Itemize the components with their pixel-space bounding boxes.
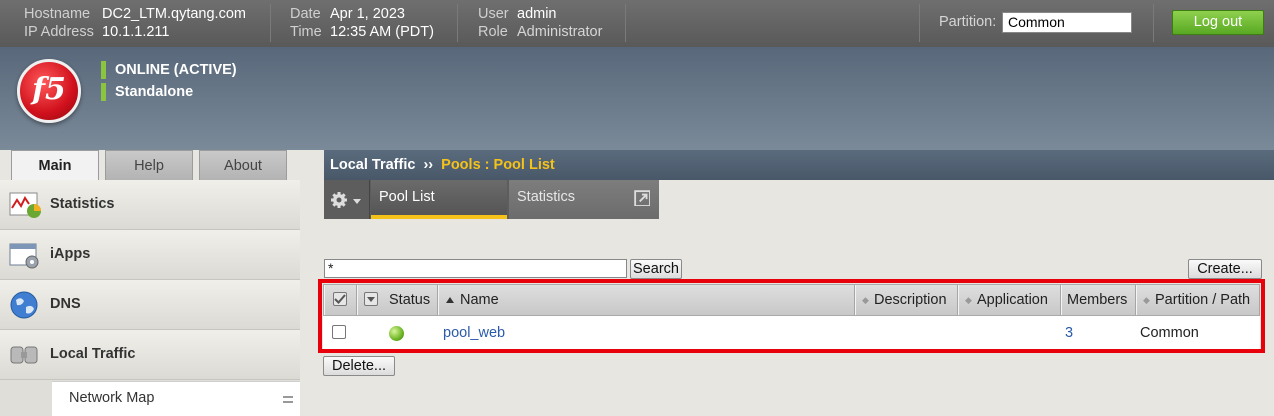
separator [457, 4, 458, 42]
host-info: Hostname DC2_LTM.qytang.com IP Address 10.… [24, 5, 246, 41]
partition-select[interactable]: Common [1002, 12, 1132, 33]
sidebar-item-statistics[interactable]: Statistics [0, 180, 300, 230]
delete-button[interactable]: Delete... [323, 356, 395, 376]
tab-statistics[interactable]: Statistics [509, 180, 659, 219]
tab-about[interactable]: About [199, 150, 287, 180]
tab-pool-list[interactable]: Pool List [371, 180, 507, 219]
sidebar-item-local-traffic[interactable]: Local Traffic [0, 330, 300, 380]
separator [270, 4, 271, 42]
top-bar: Hostname DC2_LTM.qytang.com IP Address 10.… [0, 0, 1274, 47]
device-status: ONLINE (ACTIVE) [101, 61, 237, 79]
partition-value: Common [1008, 14, 1065, 30]
role-label: Role [478, 24, 508, 40]
separator [1153, 4, 1154, 42]
sidebar-item-label: iApps [50, 246, 91, 262]
content-tab-bar: Pool List Statistics [324, 180, 659, 219]
create-button[interactable]: Create... [1188, 259, 1262, 279]
separator [625, 4, 626, 42]
role-value: Administrator [517, 24, 603, 40]
breadcrumb: Local Traffic ›› Pools : Pool List [324, 150, 1274, 180]
partition-label: Partition: [939, 14, 997, 30]
sidebar-item-iapps[interactable]: iApps [0, 230, 300, 280]
sidebar-item-label: Statistics [50, 196, 115, 212]
tab-main[interactable]: Main [11, 150, 99, 181]
tab-label: Statistics [517, 189, 576, 205]
search-input[interactable]: * [324, 259, 627, 278]
ip-value: 10.1.1.211 [102, 24, 170, 40]
breadcrumb-separator: ›› [423, 157, 434, 173]
user-value: admin [517, 6, 557, 22]
time-label: Time [290, 24, 322, 40]
breadcrumb-current: Pools : Pool List [441, 157, 555, 173]
user-label: User [478, 6, 509, 22]
breadcrumb-root[interactable]: Local Traffic [330, 157, 415, 173]
menu-icon [283, 396, 293, 403]
date-value: Apr 1, 2023 [330, 6, 405, 22]
tab-help[interactable]: Help [105, 150, 193, 180]
hostname-value: DC2_LTM.qytang.com [102, 6, 246, 22]
sidebar-subitem-label: Network Map [69, 390, 155, 406]
sidebar-subitem-network-map[interactable]: Network Map [52, 381, 300, 416]
search-button[interactable]: Search [630, 259, 682, 279]
date-label: Date [290, 6, 321, 22]
sidebar-item-dns[interactable]: DNS [0, 280, 300, 330]
iapps-icon [9, 243, 39, 269]
gear-icon [331, 192, 361, 208]
local-traffic-icon [10, 346, 38, 364]
sidebar-item-label: DNS [50, 296, 81, 312]
gear-menu-button[interactable] [324, 180, 370, 219]
user-info: User admin Role Administrator [478, 5, 602, 41]
device-mode: Standalone [101, 83, 193, 101]
highlight-box [318, 279, 1265, 353]
hostname-label: Hostname [24, 6, 91, 22]
f5-logo: f5 [17, 59, 81, 123]
globe-icon [10, 291, 38, 319]
separator [919, 4, 920, 42]
date-info: Date Apr 1, 2023 Time 12:35 AM (PDT) [290, 5, 434, 41]
logout-button[interactable]: Log out [1172, 10, 1264, 35]
time-value: 12:35 AM (PDT) [330, 24, 434, 40]
left-tab-row: Main Help About [0, 150, 300, 181]
statistics-icon [9, 192, 41, 218]
banner: f5 ONLINE (ACTIVE) Standalone [0, 47, 1274, 150]
external-link-icon [634, 190, 650, 206]
ip-label: IP Address [24, 24, 94, 40]
sidebar-item-label: Local Traffic [50, 346, 136, 362]
